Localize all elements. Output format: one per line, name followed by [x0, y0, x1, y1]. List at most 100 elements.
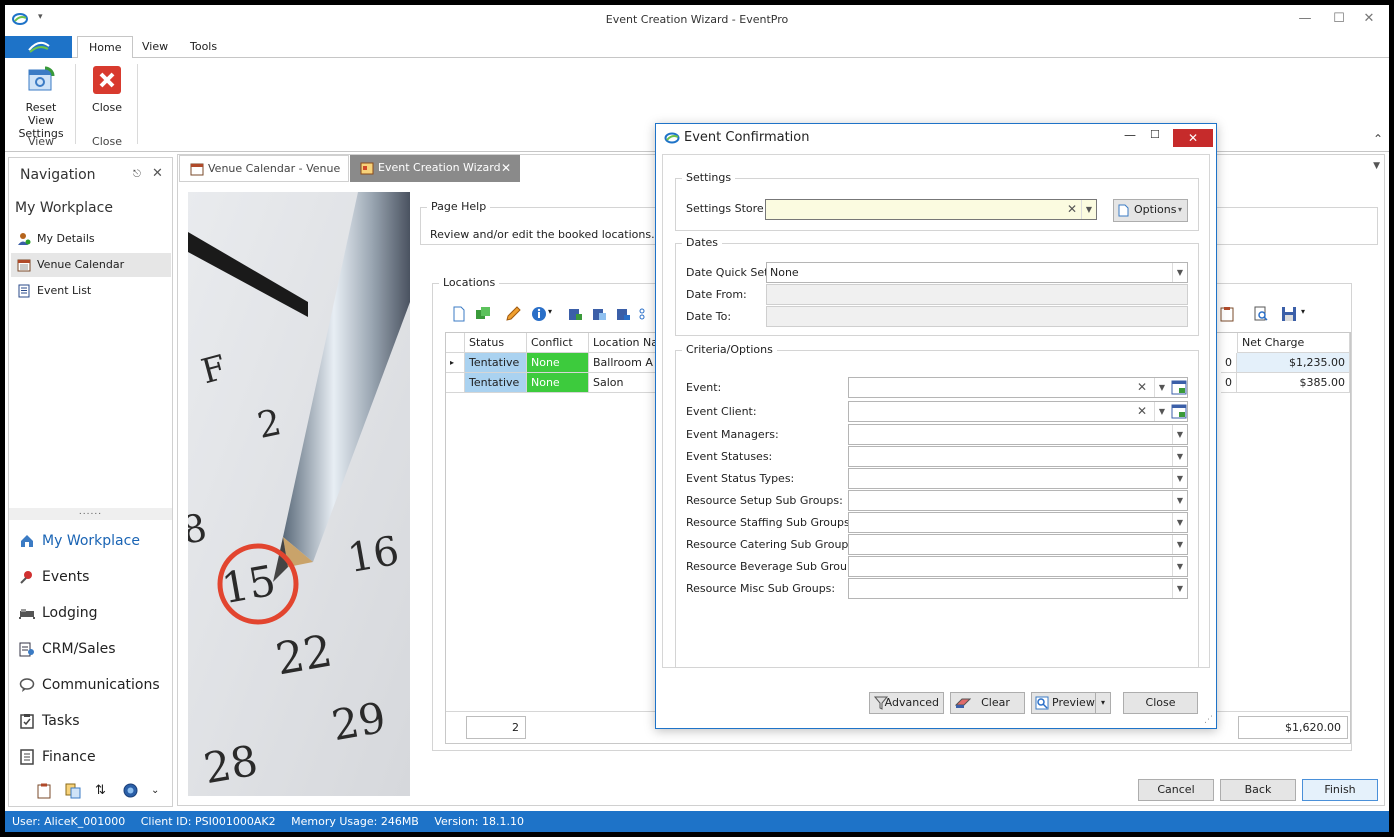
table-cell-conflict[interactable]: None: [527, 373, 589, 393]
resource-catering-combo[interactable]: ▼: [848, 534, 1188, 555]
nav-item-event-list[interactable]: Event List: [11, 279, 171, 303]
nav-close-icon[interactable]: ✕: [152, 166, 163, 181]
chevron-down-icon[interactable]: ▼: [1081, 200, 1096, 219]
cancel-button[interactable]: Cancel: [1138, 779, 1214, 801]
chevron-down-icon[interactable]: ▼: [1172, 425, 1187, 444]
options-button[interactable]: Options ▾: [1113, 199, 1188, 222]
tab-close-icon[interactable]: ✕: [501, 155, 511, 181]
chevron-down-icon[interactable]: ▼: [1154, 402, 1169, 421]
dialog-close-button[interactable]: ✕: [1173, 129, 1213, 147]
add-resource-icon[interactable]: [567, 306, 583, 322]
module-lodging[interactable]: Lodging: [11, 597, 171, 629]
dialog-minimize-button[interactable]: —: [1124, 128, 1136, 142]
event-combo[interactable]: ✕ ▼: [848, 377, 1188, 398]
chevron-down-icon[interactable]: ▼: [1172, 513, 1187, 532]
event-client-combo[interactable]: ✕ ▼: [848, 401, 1188, 422]
chevron-down-icon[interactable]: ▼: [1172, 579, 1187, 598]
clear-x-icon[interactable]: ✕: [1135, 402, 1149, 421]
link-icon[interactable]: [639, 306, 645, 322]
chevron-down-icon[interactable]: ▼: [1154, 378, 1169, 397]
resource-misc-combo[interactable]: ▼: [848, 578, 1188, 599]
save-dropdown-icon[interactable]: ▾: [1301, 307, 1305, 316]
documents-icon[interactable]: [65, 783, 81, 803]
copy-resource-icon[interactable]: [591, 306, 607, 322]
module-tasks[interactable]: Tasks: [11, 705, 171, 737]
table-cell-location[interactable]: Ballroom A: [589, 353, 661, 373]
event-status-types-combo[interactable]: ▼: [848, 468, 1188, 489]
tab-venue-calendar[interactable]: Venue Calendar - Venue: [179, 155, 349, 182]
tab-tools[interactable]: Tools: [179, 36, 228, 58]
globe-icon[interactable]: [123, 783, 138, 802]
column-header-net-charge[interactable]: Net Charge: [1237, 333, 1350, 353]
chevron-down-icon[interactable]: ⌄: [151, 785, 159, 796]
window-close-button[interactable]: ✕: [1359, 11, 1379, 29]
info-dropdown-icon[interactable]: ▾: [548, 307, 552, 316]
tab-home[interactable]: Home: [77, 36, 134, 59]
table-cell-qty[interactable]: 0: [1221, 373, 1237, 393]
chevron-down-icon[interactable]: ▼: [1172, 263, 1187, 282]
table-cell-location[interactable]: Salon: [589, 373, 661, 393]
tab-event-creation-wizard[interactable]: Event Creation Wizard ✕: [350, 155, 520, 182]
remove-resource-icon[interactable]: [615, 306, 631, 322]
reset-view-settings-button[interactable]: Reset View Settings: [9, 64, 73, 140]
chevron-down-icon[interactable]: ▼: [1172, 469, 1187, 488]
column-header-location-name[interactable]: Location Nam: [589, 333, 661, 353]
table-cell-conflict[interactable]: None: [527, 353, 589, 373]
resource-staffing-combo[interactable]: ▼: [848, 512, 1188, 533]
resize-grip-icon[interactable]: ⋰: [1204, 715, 1213, 725]
clear-button[interactable]: Clear: [950, 692, 1025, 714]
save-icon[interactable]: [1281, 306, 1297, 322]
document-menu-dropdown-icon[interactable]: ▼: [1373, 161, 1380, 171]
module-finance[interactable]: Finance: [11, 741, 171, 773]
column-header-conflict[interactable]: Conflict: [527, 333, 589, 353]
dialog-maximize-button[interactable]: ☐: [1150, 128, 1160, 141]
module-communications[interactable]: Communications: [11, 669, 171, 701]
report-icon[interactable]: [1219, 306, 1235, 322]
ribbon-close-button[interactable]: Close: [85, 64, 129, 114]
new-document-icon[interactable]: [451, 306, 467, 322]
preview-dropdown-icon[interactable]: ▾: [1095, 693, 1110, 713]
edit-pencil-icon[interactable]: [505, 306, 521, 322]
resource-setup-combo[interactable]: ▼: [848, 490, 1188, 511]
settings-store-combo[interactable]: ✕ ▼: [765, 199, 1097, 220]
table-cell-status[interactable]: Tentative: [465, 353, 527, 373]
clear-x-icon[interactable]: ✕: [1065, 200, 1079, 219]
module-my-workplace[interactable]: My Workplace: [11, 525, 171, 557]
dialog-close-action-button[interactable]: Close: [1123, 692, 1198, 714]
back-button[interactable]: Back: [1220, 779, 1296, 801]
ribbon-collapse-icon[interactable]: ⌃: [1373, 132, 1383, 146]
add-multiple-icon[interactable]: [475, 306, 491, 322]
event-managers-combo[interactable]: ▼: [848, 424, 1188, 445]
module-events[interactable]: Events: [11, 561, 171, 593]
chevron-down-icon[interactable]: ▼: [1172, 447, 1187, 466]
nav-item-venue-calendar[interactable]: Venue Calendar: [11, 253, 171, 277]
nav-item-my-details[interactable]: My Details: [11, 227, 171, 251]
table-cell-net-charge[interactable]: $1,235.00: [1237, 353, 1350, 373]
chevron-down-icon[interactable]: ▼: [1172, 557, 1187, 576]
finish-button[interactable]: Finish: [1302, 779, 1378, 801]
event-statuses-combo[interactable]: ▼: [848, 446, 1188, 467]
pin-icon[interactable]: ⎋: [133, 169, 141, 180]
lookup-table-icon[interactable]: [1171, 379, 1187, 396]
info-icon[interactable]: [531, 306, 547, 322]
date-quick-set-combo[interactable]: None ▼: [766, 262, 1188, 283]
lookup-table-icon[interactable]: [1171, 403, 1187, 420]
tab-view[interactable]: View: [131, 36, 179, 58]
table-cell-qty[interactable]: 0: [1221, 353, 1237, 373]
table-cell-net-charge[interactable]: $385.00: [1237, 373, 1350, 393]
sort-arrows-icon[interactable]: ⇅: [95, 783, 106, 798]
chevron-down-icon[interactable]: ▼: [1172, 535, 1187, 554]
column-header-status[interactable]: Status: [465, 333, 527, 353]
navigation-splitter[interactable]: ......: [9, 508, 172, 520]
module-crm-sales[interactable]: CRM/Sales: [11, 633, 171, 665]
minimize-button[interactable]: —: [1295, 11, 1315, 29]
preview-button[interactable]: Preview ▾: [1031, 692, 1111, 714]
table-cell-status[interactable]: Tentative: [465, 373, 527, 393]
search-document-icon[interactable]: [1253, 306, 1269, 322]
maximize-button[interactable]: ☐: [1329, 11, 1349, 29]
chevron-down-icon[interactable]: ▼: [1172, 491, 1187, 510]
advanced-button[interactable]: Advanced: [869, 692, 944, 714]
report-icon[interactable]: [37, 783, 51, 803]
file-tab[interactable]: [5, 36, 72, 58]
clear-x-icon[interactable]: ✕: [1135, 378, 1149, 397]
